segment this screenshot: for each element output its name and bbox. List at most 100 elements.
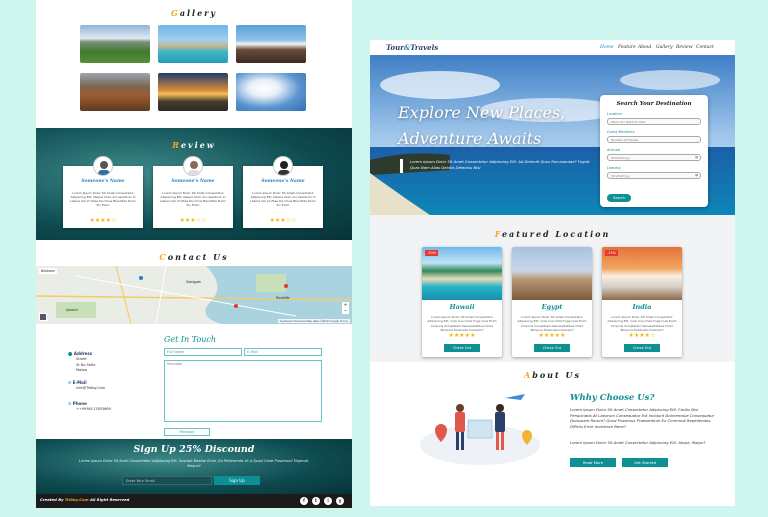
- map-attribution: Keyboard shortcuts Map data ©2023 Google…: [277, 319, 350, 323]
- nav-home[interactable]: Home: [600, 45, 614, 50]
- location-name: Egypt: [541, 303, 563, 311]
- guest-members-label: Guest Members: [607, 130, 635, 134]
- about-heading: Whhy Choose Us?: [570, 393, 655, 403]
- review-card: Someone's Name Lorem Ipsum Dolor Sit Ame…: [153, 156, 233, 228]
- review-text: Lorem Ipsum Dolor Sit Amet Consectetur A…: [160, 191, 226, 207]
- reviewer-name: Someone's Name: [261, 179, 305, 184]
- check-out-button[interactable]: Check Out: [444, 344, 480, 352]
- leaving-label: Leaving: [607, 166, 621, 170]
- nav-contact[interactable]: Contact: [696, 45, 714, 50]
- read-more-button[interactable]: Read More: [570, 458, 616, 467]
- gallery-image-cloudy-sky[interactable]: [236, 73, 306, 111]
- star-rating: ★★★★☆: [628, 332, 656, 339]
- leaving-date-input[interactable]: Mm/Dd/Yyyy ▦: [607, 172, 701, 179]
- signup-email-input[interactable]: Enter Your Email: [122, 476, 212, 485]
- right-page-panel: Tour&Travels Home Feature About Gallery …: [370, 40, 735, 506]
- envelope-icon: ✉: [68, 380, 72, 385]
- star-rating: ★★★★☆: [89, 217, 117, 224]
- hero-headline: Explore New Places, Adventure Awaits: [398, 103, 566, 148]
- review-text: Lorem Ipsum Dolor Sit Amet Consectetur A…: [250, 191, 316, 207]
- location-card-egypt: Egypt Lorem Ipsum Dolor Sit Amet Consect…: [512, 247, 592, 357]
- navbar: Tour&Travels Home Feature About Gallery …: [370, 40, 735, 55]
- map-label: Sandgate: [186, 280, 201, 284]
- avatar: [93, 156, 113, 176]
- gallery-image-beach-resort[interactable]: [158, 25, 228, 63]
- get-in-touch-heading: Get In Touch: [164, 335, 217, 344]
- search-form-title: Search Your Destination: [616, 101, 692, 107]
- address-value: Street St No Satle Malaw: [76, 357, 96, 372]
- hero-accent-bar: [400, 159, 403, 173]
- calendar-icon[interactable]: ▦: [695, 173, 698, 177]
- reviewer-name: Someone's Name: [171, 179, 215, 184]
- gallery-image-autumn-hills[interactable]: [80, 73, 150, 111]
- about-title: About Us: [524, 370, 581, 380]
- phone-label: ✆ Phone: [68, 401, 87, 406]
- review-text: Lorem Ipsum Dolor Sit Amet Consectetur A…: [70, 191, 136, 207]
- nav-review[interactable]: Review: [676, 45, 693, 50]
- email-field[interactable]: E-Mail: [244, 348, 322, 356]
- full-name-field[interactable]: Full Name: [164, 348, 242, 356]
- avatar: [273, 156, 293, 176]
- location-label: Location: [607, 112, 622, 116]
- review-section: Review Someone's Name Lorem Ipsum Dolor …: [36, 128, 352, 240]
- calendar-icon[interactable]: ▦: [695, 155, 698, 159]
- location-name: Hawaii: [449, 303, 475, 311]
- discount-badge: -15%: [605, 250, 619, 256]
- search-button[interactable]: Search: [607, 194, 631, 202]
- email-value[interactable]: info@Tribby.Com: [76, 386, 105, 392]
- star-rating: ★★★☆☆: [179, 217, 207, 224]
- left-page-panel: Gallery Review Someone's Name Lorem Ipsu…: [36, 0, 352, 508]
- review-card: Someone's Name Lorem Ipsum Dolor Sit Ame…: [63, 156, 143, 228]
- email-label: ✉ E-Mail: [68, 380, 87, 385]
- youtube-icon[interactable]: y: [336, 497, 344, 505]
- hero-description: Lorem Ipsum Dolor Sit Amet Consectetur A…: [410, 159, 590, 170]
- instagram-icon[interactable]: i: [324, 497, 332, 505]
- check-out-button[interactable]: Check Out: [624, 344, 660, 352]
- location-description: Lorem Ipsum Dolor Sit Amet Consectetur A…: [517, 315, 587, 332]
- facebook-icon[interactable]: f: [300, 497, 308, 505]
- contact-title: Contact Us: [159, 252, 229, 262]
- map-layer-toggle[interactable]: [39, 313, 47, 321]
- location-card-hawaii: -30% Hawaii Lorem Ipsum Dolor Sit Amet C…: [422, 247, 502, 357]
- about-paragraph: Lorem Ipsum Dolor Sit Amet Consectetur A…: [570, 407, 715, 429]
- nav-gallery[interactable]: Gallery: [656, 45, 673, 50]
- message-field[interactable]: Message: [164, 360, 322, 422]
- about-paragraph: Lorem Ipsum Dolor Sit Amet Consectetur A…: [570, 440, 706, 445]
- google-map[interactable]: Brisbane Sandgate Redcliffe Ipswich Keyb…: [36, 266, 352, 324]
- gallery-image-snow-peak[interactable]: [236, 25, 306, 63]
- map-label: Redcliffe: [276, 296, 290, 300]
- location-input[interactable]: Place You Want To Visit: [607, 118, 701, 125]
- location-name: India: [632, 303, 652, 311]
- review-title: Review: [172, 140, 216, 150]
- logo[interactable]: Tour&Travels: [386, 43, 438, 52]
- featured-section: Featured Location -30% Hawaii Lorem Ipsu…: [370, 215, 735, 362]
- gallery-title: Gallery: [170, 8, 218, 18]
- signup-button[interactable]: Sign Up: [214, 476, 260, 485]
- signup-section: Sign Up 25% Discound Lorem Ipsum Dolor S…: [36, 439, 352, 494]
- arrivals-label: Arrivals: [607, 148, 621, 152]
- featured-title: Featured Location: [494, 229, 611, 239]
- gallery-image-mountain-meadow[interactable]: [80, 25, 150, 63]
- location-card-india: -15% India Lorem Ipsum Dolor Sit Amet Co…: [602, 247, 682, 357]
- star-rating: ★★★☆☆: [269, 217, 297, 224]
- signup-description: Lorem Ipsum Dolor Sit Amet Consectetur A…: [79, 459, 309, 468]
- phone-value[interactable]: ++9956117653669: [76, 407, 111, 413]
- map-label: Ipswich: [66, 308, 78, 312]
- twitter-icon[interactable]: t: [312, 497, 320, 505]
- location-pin-icon: ⬤: [68, 351, 73, 356]
- hero-section: Explore New Places, Adventure Awaits Lore…: [370, 55, 735, 215]
- nav-about[interactable]: About: [638, 45, 652, 50]
- guest-members-input[interactable]: Number Of People: [607, 136, 701, 143]
- gallery-image-sunset-coast[interactable]: [158, 73, 228, 111]
- message-submit-button[interactable]: Message: [164, 428, 210, 436]
- copyright-text: Created By Tribby.Com All Right Reserved: [40, 497, 130, 502]
- arrivals-date-input[interactable]: Mm/Dd/Yyyy ▦: [607, 154, 701, 161]
- footer: Created By Tribby.Com All Right Reserved…: [36, 494, 352, 508]
- search-form: Search Your Destination Location Place Y…: [600, 95, 708, 207]
- map-zoom-control[interactable]: + −: [342, 302, 349, 314]
- get-started-button[interactable]: Get Started: [622, 458, 668, 467]
- check-out-button[interactable]: Check Out: [534, 344, 570, 352]
- map-place-card: Brisbane: [39, 268, 57, 274]
- nav-feature[interactable]: Feature: [618, 45, 636, 50]
- phone-icon: ✆: [68, 401, 72, 406]
